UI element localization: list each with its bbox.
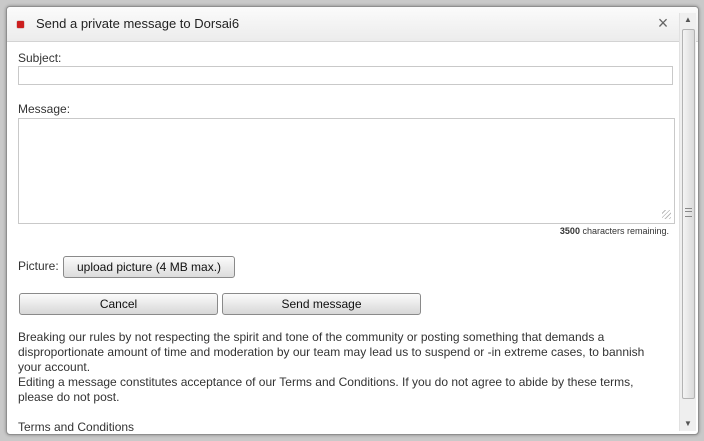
close-icon[interactable]: × [654,14,672,32]
characters-remaining-count: 3500 [559,226,580,236]
rules-notice: Breaking our rules by not respecting the… [18,330,645,374]
resize-grip-icon[interactable] [662,210,671,219]
private-message-dialog: Send a private message to Dorsai6 × Subj… [6,6,699,435]
red-square-icon [17,21,24,28]
subject-label: Subject: [18,51,62,65]
send-message-button[interactable]: Send message [222,293,421,315]
terms-notice: Editing a message constitutes acceptance… [18,375,634,404]
scroll-up-icon[interactable]: ▲ [680,13,696,27]
scroll-down-icon[interactable]: ▼ [680,417,696,431]
message-textarea[interactable] [18,118,675,224]
dialog-title: Send a private message to Dorsai6 [36,16,240,31]
characters-remaining: 3500 characters remaining. [487,226,669,236]
scroll-thumb[interactable] [682,29,695,399]
subject-input[interactable] [18,66,673,85]
characters-remaining-text: characters remaining. [579,226,669,236]
cancel-button[interactable]: Cancel [19,293,218,315]
grip-icon [685,208,692,217]
message-label: Message: [18,102,71,116]
vertical-scrollbar[interactable]: ▲ ▼ [679,13,696,431]
dialog-titlebar: Send a private message to Dorsai6 × [7,7,698,42]
upload-picture-button[interactable]: upload picture (4 MB max.) [63,256,235,278]
terms-and-conditions-link[interactable]: Terms and Conditions [18,420,134,434]
picture-label: Picture: [18,259,59,273]
